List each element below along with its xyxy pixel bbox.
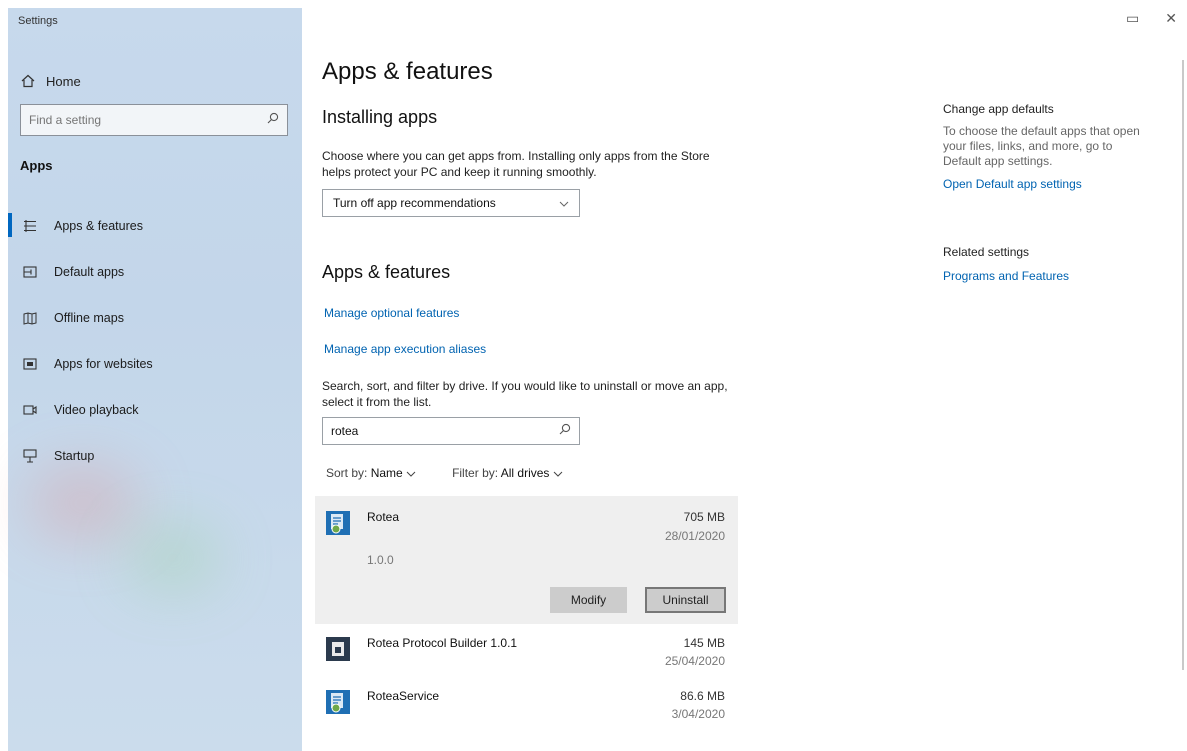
restore-button[interactable]: ▭ [1126, 10, 1139, 27]
installing-apps-heading: Installing apps [322, 107, 438, 127]
search-description: Search, sort, and filter by drive. If yo… [322, 379, 728, 409]
home-icon [20, 73, 36, 89]
manage-optional-features-link[interactable]: Manage optional features [324, 306, 459, 320]
modify-button[interactable]: Modify [550, 587, 627, 613]
sort-value: Name [370, 466, 403, 480]
programs-and-features-link[interactable]: Programs and Features [943, 269, 1069, 283]
sidebar: Settings Home Apps Apps & features Defau… [8, 8, 302, 751]
uninstall-button[interactable]: Uninstall [645, 587, 726, 613]
filter-dropdown[interactable]: Filter by: All drives [452, 466, 563, 480]
app-list-item[interactable]: RoteaService 86.6 MB 3/04/2020 [315, 681, 738, 738]
app-source-dropdown[interactable]: Turn off app recommendations [322, 189, 580, 217]
open-default-app-settings-link[interactable]: Open Default app settings [943, 177, 1148, 191]
sidebar-item-label: Offline maps [54, 311, 124, 325]
change-app-defaults-heading: Change app defaults [943, 102, 1054, 116]
map-icon [22, 310, 38, 326]
related-settings-heading: Related settings [943, 245, 1030, 259]
sidebar-item-video-playback[interactable]: Video playback [8, 387, 302, 433]
app-list-item[interactable]: Rotea Protocol Builder 1.0.1 145 MB 25/0… [315, 624, 738, 681]
protocol-builder-app-icon [326, 637, 350, 661]
chevron-down-icon [559, 196, 569, 210]
search-icon[interactable] [267, 111, 279, 129]
settings-search-box[interactable] [20, 104, 288, 136]
sidebar-item-label: Startup [54, 449, 95, 463]
scrollbar[interactable] [1182, 60, 1184, 670]
installing-apps-description: Choose where you can get apps from. Inst… [322, 149, 710, 179]
sidebar-item-startup[interactable]: Startup [8, 433, 302, 479]
settings-search-input[interactable] [29, 113, 249, 127]
startup-icon [22, 448, 38, 464]
sidebar-item-label: Apps & features [54, 219, 143, 233]
app-size: 145 MB [683, 636, 725, 650]
sidebar-home-label: Home [46, 73, 81, 89]
sidebar-item-label: Apps for websites [54, 357, 153, 371]
sidebar-item-label: Default apps [54, 265, 125, 279]
manage-app-execution-aliases-link[interactable]: Manage app execution aliases [324, 342, 486, 356]
apps-features-heading: Apps & features [322, 262, 451, 282]
rotea-service-app-icon [326, 690, 350, 714]
close-button[interactable]: ✕ [1165, 10, 1177, 27]
sidebar-item-apps-for-websites[interactable]: Apps for websites [8, 341, 302, 387]
sidebar-nav: Apps & features Default apps Offline map… [8, 203, 302, 479]
sidebar-item-default-apps[interactable]: Default apps [8, 249, 302, 295]
app-search-box[interactable] [322, 417, 580, 445]
background-blur [128, 528, 218, 588]
change-app-defaults-panel: Change app defaults To choose the defaul… [943, 102, 1148, 191]
sidebar-section-label: Apps [20, 158, 53, 173]
default-apps-icon [22, 264, 38, 280]
related-settings-panel: Related settings Programs and Features [943, 245, 1069, 283]
app-date: 25/04/2020 [664, 654, 725, 668]
app-date: 3/04/2020 [671, 707, 725, 721]
window-controls: ▭ ✕ [1126, 10, 1177, 27]
sidebar-item-offline-maps[interactable]: Offline maps [8, 295, 302, 341]
app-date: 28/01/2020 [664, 529, 725, 543]
filter-label: Filter by: [452, 466, 499, 480]
app-search-input[interactable] [331, 424, 551, 438]
app-name: Rotea [367, 510, 400, 524]
app-size: 705 MB [683, 510, 725, 524]
page-title: Apps & features [322, 58, 493, 85]
chevron-down-icon [553, 466, 563, 480]
app-size: 86.6 MB [680, 689, 725, 703]
app-list-item[interactable]: Rotea 705 MB 28/01/2020 1.0.0 Modify Uni… [315, 496, 738, 624]
app-name: Rotea Protocol Builder 1.0.1 [367, 636, 518, 650]
chevron-down-icon [406, 466, 416, 480]
list-icon [22, 218, 38, 234]
sidebar-home[interactable]: Home [20, 70, 81, 92]
sidebar-item-apps-features[interactable]: Apps & features [8, 203, 302, 249]
search-icon[interactable] [559, 422, 571, 440]
filter-value: All drives [500, 466, 550, 480]
app-list: Rotea 705 MB 28/01/2020 1.0.0 Modify Uni… [315, 496, 738, 738]
change-app-defaults-text: To choose the default apps that open you… [943, 124, 1140, 168]
dropdown-value: Turn off app recommendations [333, 196, 496, 210]
sidebar-item-label: Video playback [54, 403, 139, 417]
rotea-app-icon [326, 511, 350, 535]
window-title: Settings [18, 15, 58, 27]
sort-dropdown[interactable]: Sort by: Name [326, 466, 416, 480]
app-name: RoteaService [367, 689, 440, 703]
video-icon [22, 402, 38, 418]
web-app-icon [22, 356, 38, 372]
sort-filter-row: Sort by: Name Filter by: All drives [326, 466, 563, 480]
sort-label: Sort by: [326, 466, 368, 480]
app-version: 1.0.0 [367, 553, 394, 567]
